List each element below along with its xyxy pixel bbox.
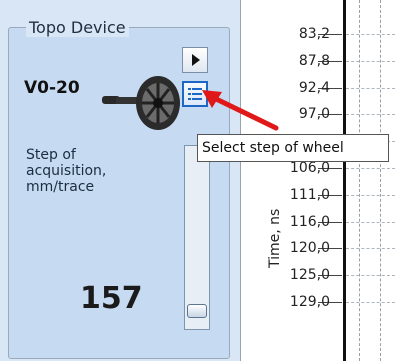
time-axis-tick-label: 125,0 bbox=[289, 267, 330, 284]
horizontal-grid-line bbox=[346, 194, 395, 196]
topo-device-panel: Topo Device V0-20 Step of acquisition, m… bbox=[0, 0, 240, 361]
device-name: V0-20 bbox=[24, 78, 80, 98]
vertical-grid-line bbox=[359, 0, 360, 361]
acquisition-step-label: Step of acquisition, mm/trace bbox=[26, 147, 107, 195]
time-axis-tick-label: 83,2 bbox=[298, 26, 330, 42]
time-axis-tick-label: 92,4 bbox=[298, 79, 330, 96]
step-slider-track[interactable] bbox=[184, 145, 210, 330]
horizontal-grid-line bbox=[346, 302, 395, 303]
horizontal-grid-line bbox=[346, 87, 395, 89]
horizontal-grid-line bbox=[346, 34, 395, 35]
time-axis-tick-label: 87,8 bbox=[298, 52, 330, 69]
play-icon bbox=[192, 54, 200, 66]
step-slider-thumb[interactable] bbox=[187, 304, 207, 318]
time-axis-title: Time, ns bbox=[267, 208, 283, 268]
time-axis-tick-label: 116,0 bbox=[289, 213, 330, 230]
app-root: Topo Device V0-20 Step of acquisition, m… bbox=[0, 0, 395, 361]
time-axis-tick-label: 129,0 bbox=[289, 294, 330, 310]
play-button[interactable] bbox=[182, 47, 208, 73]
measuring-wheel-icon bbox=[102, 76, 180, 130]
annotation-arrow bbox=[202, 90, 279, 131]
tooltip: Select step of wheel bbox=[197, 134, 389, 162]
time-axis-tick-label: 111,0 bbox=[289, 186, 330, 203]
horizontal-grid-line bbox=[346, 168, 395, 169]
horizontal-grid-line bbox=[346, 114, 395, 116]
time-axis-tick-label: 106,0 bbox=[289, 160, 330, 176]
time-axis-line bbox=[343, 0, 346, 361]
step-value: 157 bbox=[80, 281, 143, 316]
time-axis-tick-label: 120,0 bbox=[289, 240, 330, 257]
horizontal-grid-line bbox=[346, 248, 395, 250]
horizontal-grid-line bbox=[346, 60, 395, 62]
vertical-grid-line bbox=[380, 0, 381, 361]
horizontal-grid-line bbox=[346, 275, 395, 277]
time-axis-tick-label: 97,0 bbox=[298, 106, 330, 123]
horizontal-grid-line bbox=[346, 221, 395, 223]
group-title: Topo Device bbox=[26, 18, 129, 37]
